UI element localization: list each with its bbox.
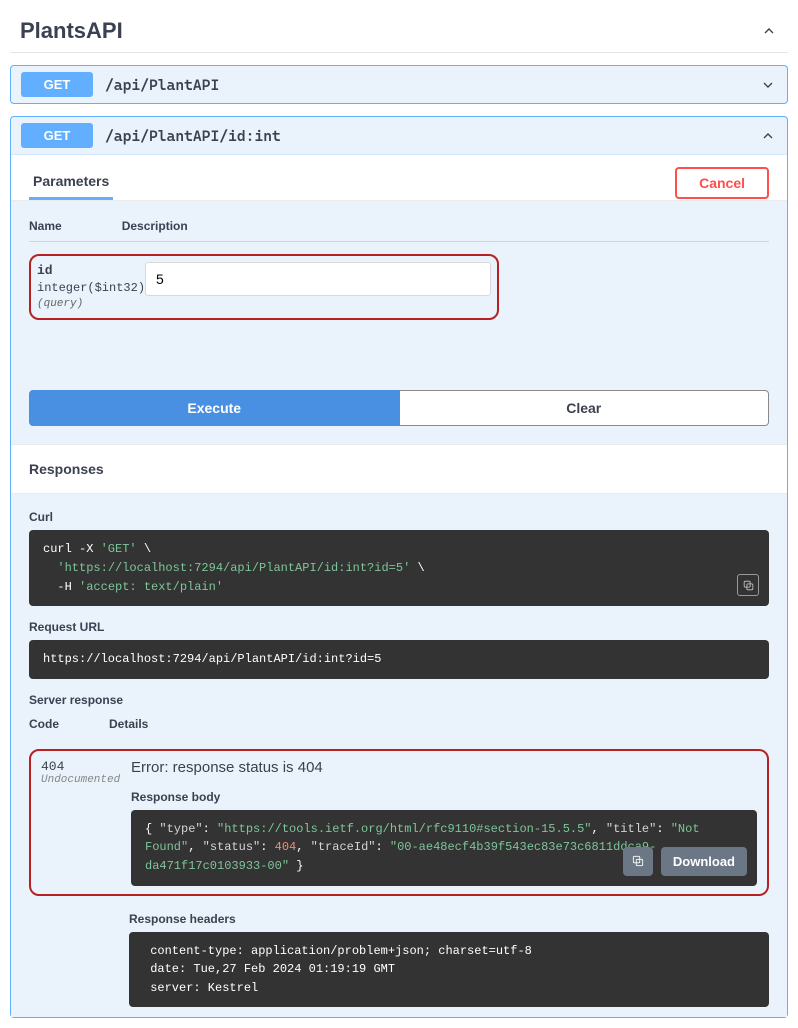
copy-icon[interactable] [737,574,759,596]
col-description: Description [122,219,188,233]
error-message: Error: response status is 404 [131,759,757,776]
request-url-label: Request URL [29,620,769,634]
chevron-up-icon [759,127,777,145]
curl-block: curl -X 'GET' \ 'https://localhost:7294/… [29,530,769,606]
http-method-badge: GET [21,123,93,148]
endpoint-path: /api/PlantAPI/id:int [105,127,747,145]
response-highlight: 404 Undocumented Error: response status … [29,749,769,896]
endpoint-row: GET /api/PlantAPI [10,65,788,104]
cancel-button[interactable]: Cancel [675,167,769,199]
details-column: Error: response status is 404 Response b… [131,759,757,886]
response-headers-block: content-type: application/problem+json; … [129,932,769,1008]
parameters-panel: Name Description id integer($int32) (que… [11,201,787,444]
param-row-id: id integer($int32) (query) [29,254,499,320]
action-buttons: Execute Clear [29,390,769,426]
param-value-input[interactable] [145,262,491,296]
col-name: Name [29,219,62,233]
api-section-header[interactable]: PlantsAPI [10,10,788,53]
response-columns: Code Details [29,717,769,731]
http-method-badge: GET [21,72,93,97]
col-details: Details [109,717,148,731]
response-headers-label: Response headers [129,912,769,926]
api-section-title: PlantsAPI [20,18,123,44]
status-code: 404 [41,759,131,774]
server-response-label: Server response [29,693,769,707]
endpoint-body: Parameters Cancel Name Description id in… [11,154,787,1017]
execute-button[interactable]: Execute [29,390,400,426]
clear-button[interactable]: Clear [400,390,770,426]
response-body-block: { "type": "https://tools.ietf.org/html/r… [131,810,757,886]
param-columns: Name Description [29,219,769,242]
chevron-down-icon [759,76,777,94]
curl-label: Curl [29,510,769,524]
response-headers-section: Response headers content-type: applicati… [11,912,787,1018]
request-url-block: https://localhost:7294/api/PlantAPI/id:i… [29,640,769,679]
endpoint-row: GET /api/PlantAPI/id:int Parameters Canc… [10,116,788,1018]
response-body-label: Response body [131,790,757,804]
copy-icon[interactable] [623,847,653,876]
tab-parameters[interactable]: Parameters [29,165,113,200]
status-column: 404 Undocumented [41,759,131,786]
endpoint-toggle[interactable]: GET /api/PlantAPI/id:int [11,117,787,154]
responses-heading: Responses [11,444,787,494]
endpoint-path: /api/PlantAPI [105,76,747,94]
status-undocumented: Undocumented [41,774,131,786]
params-tabbar: Parameters Cancel [11,155,787,201]
col-code: Code [29,717,59,731]
chevron-up-icon [760,22,778,40]
endpoint-toggle[interactable]: GET /api/PlantAPI [11,66,787,103]
param-name: id [37,262,145,280]
param-meta: id integer($int32) (query) [37,262,145,312]
param-location: (query) [37,297,145,312]
param-type: integer($int32) [37,280,145,297]
download-button[interactable]: Download [661,847,747,876]
responses-panel: Curl curl -X 'GET' \ 'https://localhost:… [11,494,787,911]
body-actions: Download [623,847,747,876]
